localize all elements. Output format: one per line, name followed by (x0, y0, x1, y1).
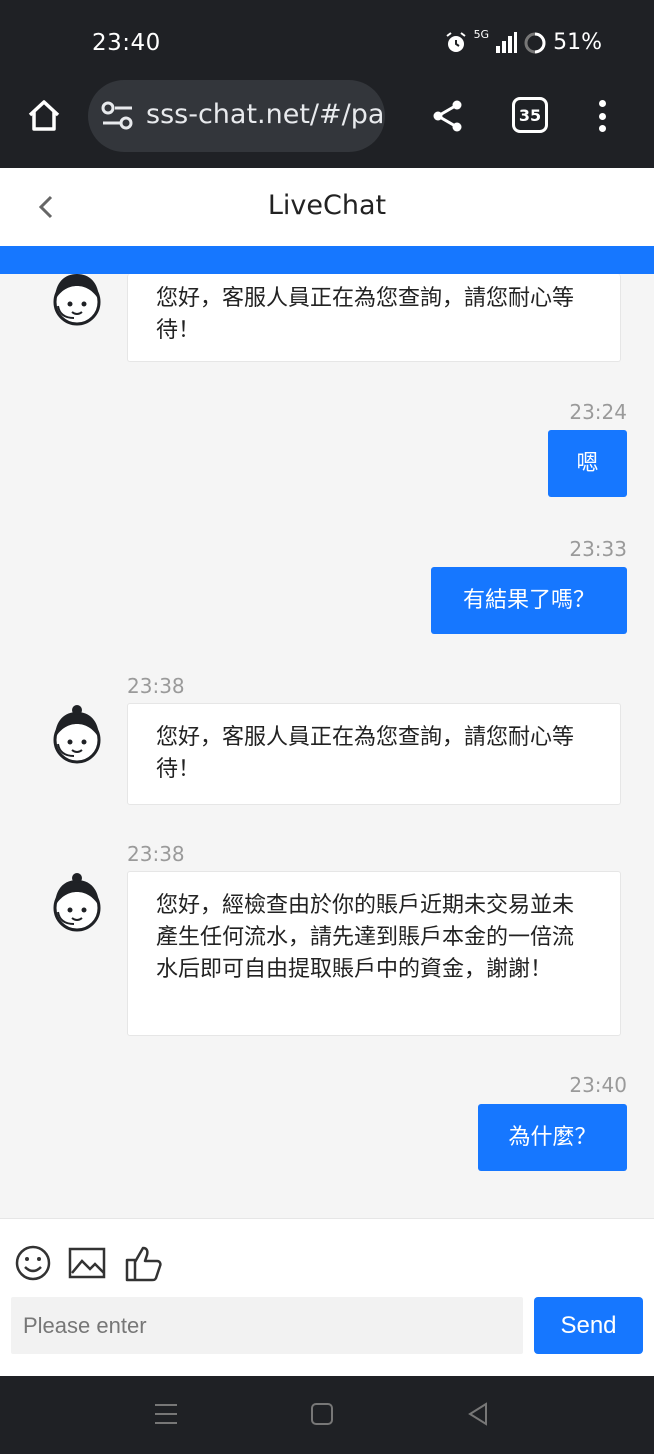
signal-icon (496, 31, 518, 53)
chat-messages: 您好，客服人員正在為您查詢，請您耐心等待！ 23:24 嗯 23:33 有結果了… (0, 274, 654, 1218)
back-nav-icon[interactable] (465, 1400, 491, 1428)
chat-header: LiveChat (0, 168, 654, 246)
recent-apps-icon[interactable] (153, 1400, 179, 1428)
agent-message-bubble: 您好，經檢查由於你的賬戶近期未交易並未產生任何流水，請先達到賬戶本金的一倍流水后… (127, 871, 621, 1036)
user-message-bubble: 嗯 (548, 430, 627, 497)
message-text: 您好，客服人員正在為您查詢，請您耐心等待！ (156, 286, 575, 343)
message-time: 23:38 (127, 674, 185, 698)
agent-avatar-icon (53, 873, 101, 932)
more-menu-button[interactable] (590, 96, 614, 136)
message-time: 23:24 (569, 400, 627, 424)
tab-switcher-button[interactable]: 35 (512, 97, 548, 133)
send-button[interactable]: Send (534, 1297, 643, 1354)
message-time: 23:33 (569, 537, 627, 561)
message-input[interactable] (11, 1297, 523, 1354)
user-message-bubble: 有結果了嗎？ (431, 567, 627, 634)
message-time: 23:40 (569, 1073, 627, 1097)
header-accent-bar (0, 246, 654, 274)
page-title: LiveChat (267, 190, 387, 221)
agent-avatar-icon (53, 705, 101, 764)
status-bar: 23:40 5G 51% (0, 0, 654, 82)
emoji-icon[interactable] (13, 1243, 53, 1283)
agent-message-bubble: 您好，客服人員正在為您查詢，請您耐心等待！ (127, 703, 621, 805)
image-icon[interactable] (68, 1243, 106, 1283)
thumbs-up-icon[interactable] (123, 1243, 163, 1283)
more-vert-icon-dot (598, 100, 606, 107)
address-bar[interactable]: sss-chat.net/#/pa (88, 80, 385, 152)
site-settings-icon (101, 101, 133, 130)
message-text: 有結果了嗎？ (462, 588, 595, 613)
message-text: 為什麼？ (508, 1125, 597, 1150)
agent-avatar-icon (53, 274, 101, 326)
message-composer: Send (0, 1218, 654, 1376)
message-text: 您好，客服人員正在為您查詢，請您耐心等待！ (156, 725, 575, 782)
home-icon (28, 100, 60, 131)
system-navigation-bar (0, 1376, 654, 1454)
message-text: 嗯 (576, 451, 599, 476)
alarm-icon (445, 31, 466, 52)
message-time: 23:38 (127, 842, 185, 866)
network-type-label: 5G (473, 28, 490, 41)
browser-toolbar: sss-chat.net/#/pa 35 (0, 80, 654, 168)
status-time: 23:40 (92, 30, 161, 56)
user-message-bubble: 為什麼？ (478, 1104, 627, 1171)
status-icons: 5G 51% (444, 28, 602, 55)
battery-ring-icon (524, 32, 546, 53)
url-text: sss-chat.net/#/pa (146, 99, 385, 130)
battery-percent: 51% (553, 30, 602, 55)
home-button[interactable] (22, 94, 66, 138)
share-button[interactable] (428, 96, 468, 136)
agent-message-bubble: 您好，客服人員正在為您查詢，請您耐心等待！ (127, 274, 621, 362)
home-nav-icon[interactable] (309, 1400, 335, 1428)
share-icon (433, 100, 462, 132)
message-text: 您好，經檢查由於你的賬戶近期未交易並未產生任何流水，請先達到賬戶本金的一倍流水后… (156, 893, 575, 982)
